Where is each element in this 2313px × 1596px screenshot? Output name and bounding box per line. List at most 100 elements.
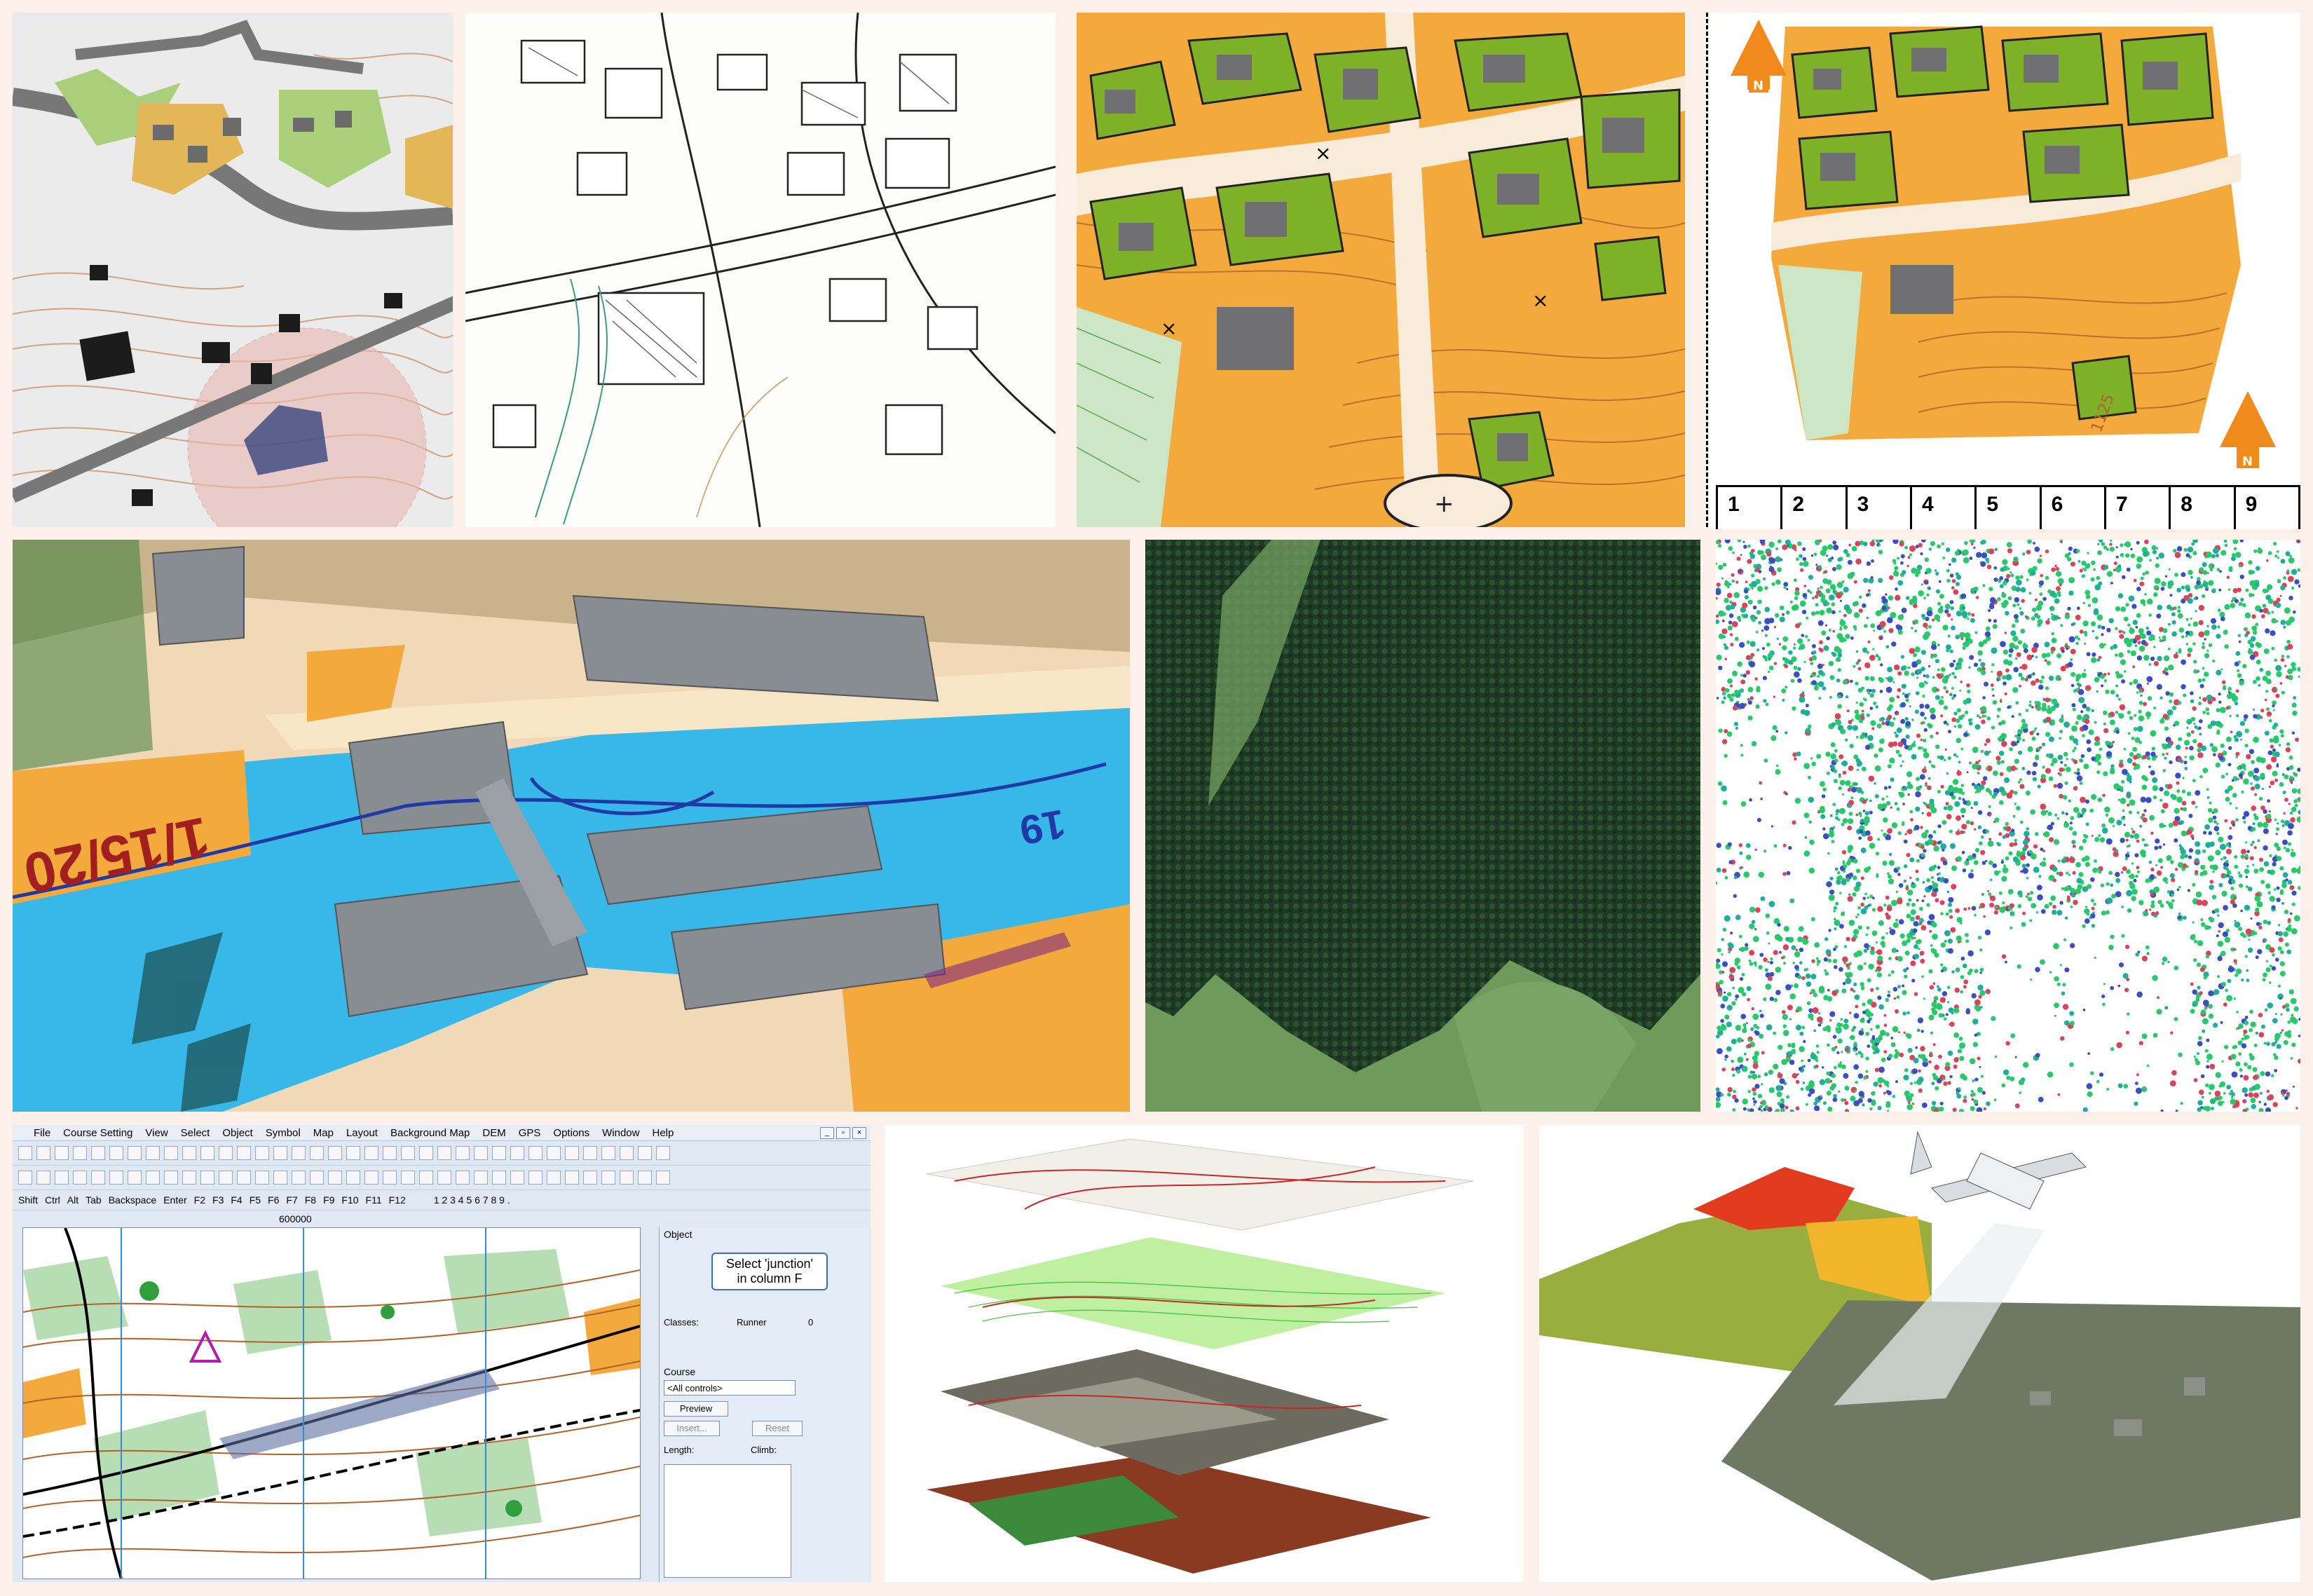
toolbar-tool-icon[interactable] (583, 1171, 597, 1185)
toolbar-tool-icon[interactable] (237, 1146, 251, 1160)
shortcut-key[interactable]: F4 (231, 1194, 242, 1206)
toolbar-tool-icon[interactable] (346, 1171, 360, 1185)
shortcut-key[interactable]: F6 (268, 1194, 279, 1206)
toolbar-tool-icon[interactable] (91, 1146, 105, 1160)
toolbar-tool-icon[interactable] (164, 1171, 178, 1185)
toolbar-tool-icon[interactable] (510, 1171, 524, 1185)
shortcut-key[interactable]: Enter (163, 1194, 186, 1206)
toolbar-tool-icon[interactable] (364, 1146, 378, 1160)
toolbar-tool-icon[interactable] (528, 1146, 543, 1160)
menu-item[interactable]: Object (222, 1127, 252, 1139)
toolbar-tool-icon[interactable] (565, 1146, 579, 1160)
menu-item[interactable]: Window (602, 1127, 639, 1139)
shortcut-key[interactable]: F8 (305, 1194, 316, 1206)
toolbar-tool-icon[interactable] (437, 1171, 451, 1185)
menu-item[interactable]: GPS (519, 1127, 541, 1139)
toolbar-tool-icon[interactable] (200, 1171, 214, 1185)
toolbar-tool-icon[interactable] (73, 1146, 87, 1160)
close-icon[interactable]: × (852, 1127, 866, 1139)
toolbar-tool-icon[interactable] (401, 1171, 415, 1185)
toolbar-tool-icon[interactable] (656, 1146, 670, 1160)
toolbar-tool-icon[interactable] (638, 1146, 652, 1160)
toolbar-tool-icon[interactable] (310, 1146, 324, 1160)
shortcut-key[interactable]: F5 (250, 1194, 261, 1206)
toolbar-tool-icon[interactable] (492, 1146, 506, 1160)
menu-item[interactable]: Background Map (390, 1127, 470, 1139)
menu-item[interactable]: Options (553, 1127, 589, 1139)
toolbar-tool-icon[interactable] (383, 1146, 397, 1160)
course-details-box[interactable] (664, 1464, 791, 1578)
toolbar-tool-icon[interactable] (401, 1146, 415, 1160)
toolbar-tool-icon[interactable] (128, 1146, 142, 1160)
toolbar-tool-icon[interactable] (419, 1146, 433, 1160)
toolbar-tool-icon[interactable] (36, 1171, 50, 1185)
toolbar-tool-icon[interactable] (146, 1146, 160, 1160)
shortcut-key[interactable]: Tab (86, 1194, 102, 1206)
toolbar-tool-icon[interactable] (328, 1146, 342, 1160)
toolbar-tool-icon[interactable] (528, 1171, 543, 1185)
shortcut-key[interactable]: F7 (286, 1194, 297, 1206)
toolbar-tool-icon[interactable] (292, 1171, 306, 1185)
toolbar-tool-icon[interactable] (164, 1146, 178, 1160)
course-select[interactable]: <All controls> (664, 1380, 796, 1396)
toolbar-tool-icon[interactable] (601, 1171, 615, 1185)
toolbar-tool-icon[interactable] (182, 1171, 196, 1185)
menu-item[interactable]: File (34, 1127, 50, 1139)
shortcut-key[interactable]: F2 (194, 1194, 205, 1206)
menu-item[interactable]: Select (181, 1127, 210, 1139)
toolbar-tool-icon[interactable] (55, 1146, 69, 1160)
menu-item[interactable]: Layout (346, 1127, 378, 1139)
toolbar-tool-icon[interactable] (109, 1171, 123, 1185)
shortcut-key[interactable]: F3 (212, 1194, 224, 1206)
toolbar-tool-icon[interactable] (255, 1171, 269, 1185)
toolbar-tool-icon[interactable] (182, 1146, 196, 1160)
toolbar-tool-icon[interactable] (419, 1171, 433, 1185)
toolbar-tool-icon[interactable] (474, 1146, 488, 1160)
toolbar-tool-icon[interactable] (18, 1171, 32, 1185)
number-keys[interactable]: 1 2 3 4 5 6 7 8 9 . (434, 1194, 510, 1206)
menu-item[interactable]: Course Setting (63, 1127, 132, 1139)
toolbar-tool-icon[interactable] (547, 1171, 561, 1185)
menu-item[interactable]: Symbol (266, 1127, 301, 1139)
toolbar-tool-icon[interactable] (292, 1146, 306, 1160)
toolbar-tool-icon[interactable] (109, 1146, 123, 1160)
toolbar-tool-icon[interactable] (601, 1146, 615, 1160)
toolbar-tool-icon[interactable] (128, 1171, 142, 1185)
toolbar-tool-icon[interactable] (638, 1171, 652, 1185)
toolbar-tool-icon[interactable] (656, 1171, 670, 1185)
toolbar-tool-icon[interactable] (346, 1146, 360, 1160)
toolbar-tool-icon[interactable] (255, 1146, 269, 1160)
toolbar-tool-icon[interactable] (146, 1171, 160, 1185)
toolbar-tool-icon[interactable] (565, 1171, 579, 1185)
toolbar-tool-icon[interactable] (273, 1146, 287, 1160)
shortcut-key[interactable]: F9 (323, 1194, 334, 1206)
toolbar-tool-icon[interactable] (55, 1171, 69, 1185)
toolbar-tool-icon[interactable] (310, 1171, 324, 1185)
toolbar-tool-icon[interactable] (510, 1146, 524, 1160)
reset-button[interactable]: Reset (752, 1421, 803, 1436)
toolbar-tool-icon[interactable] (328, 1171, 342, 1185)
toolbar-tool-icon[interactable] (583, 1146, 597, 1160)
toolbar-tool-icon[interactable] (364, 1171, 378, 1185)
toolbar-tool-icon[interactable] (620, 1171, 634, 1185)
shortcut-key[interactable]: F10 (341, 1194, 358, 1206)
menu-item[interactable]: DEM (482, 1127, 505, 1139)
menu-item[interactable]: Map (313, 1127, 334, 1139)
minimize-icon[interactable]: _ (820, 1127, 834, 1139)
toolbar-tool-icon[interactable] (620, 1146, 634, 1160)
shortcut-key[interactable]: Shift (18, 1194, 38, 1206)
shortcut-key[interactable]: Backspace (109, 1194, 156, 1206)
map-view[interactable] (22, 1227, 641, 1579)
toolbar-tool-icon[interactable] (91, 1171, 105, 1185)
shortcut-key[interactable]: F11 (366, 1194, 382, 1206)
preview-button[interactable]: Preview (664, 1401, 728, 1417)
toolbar-tool-icon[interactable] (273, 1171, 287, 1185)
toolbar-tool-icon[interactable] (219, 1171, 233, 1185)
toolbar-tool-icon[interactable] (73, 1171, 87, 1185)
toolbar-tool-icon[interactable] (237, 1171, 251, 1185)
toolbar-tool-icon[interactable] (474, 1171, 488, 1185)
toolbar-tool-icon[interactable] (547, 1146, 561, 1160)
toolbar-tool-icon[interactable] (456, 1171, 470, 1185)
shortcut-key[interactable]: Ctrl (45, 1194, 60, 1206)
toolbar-tool-icon[interactable] (18, 1146, 32, 1160)
